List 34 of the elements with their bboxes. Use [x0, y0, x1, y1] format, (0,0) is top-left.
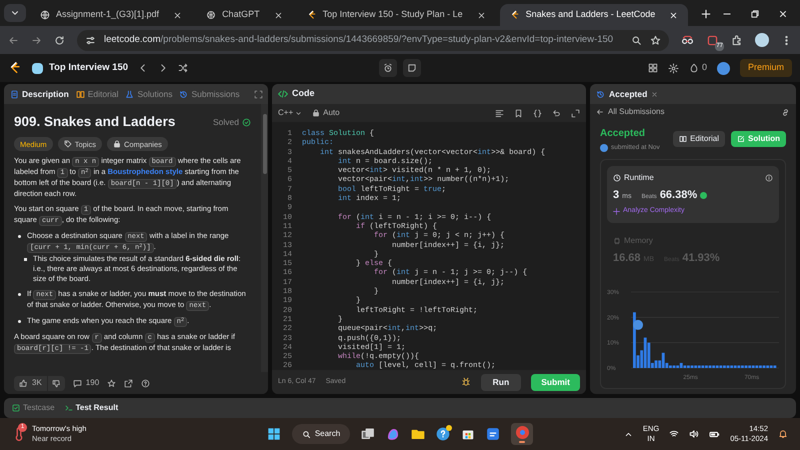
metric-value: 3	[613, 188, 620, 203]
browser-tab[interactable]: ChatGPT	[196, 4, 293, 26]
panel-tab[interactable]: Solutions	[125, 88, 172, 100]
address-bar[interactable]: leetcode.com/problems/snakes-and-ladders/submissions/1443669859/?envType=study-plan-v2&envId=top-interview-150	[77, 30, 669, 50]
browser-tab[interactable]: Assignment-1_(G3)[1].pdf	[30, 4, 192, 26]
mode-selector[interactable]: Auto	[312, 107, 340, 119]
editorial-button[interactable]: Editorial	[673, 131, 725, 148]
solved-label: Solved	[213, 116, 239, 128]
panel-tab[interactable]: Editorial	[76, 88, 118, 100]
status-label: Accepted	[600, 127, 646, 141]
metric-label: Memory	[624, 234, 653, 247]
like-button[interactable]: 3K	[14, 376, 47, 390]
panel-tab[interactable]: Test Result	[64, 402, 118, 414]
back-link[interactable]: All Submissions	[596, 106, 664, 118]
streak-count: 0	[702, 61, 707, 74]
panel-tab[interactable]: Accepted	[609, 88, 648, 100]
taskbar-search[interactable]: Search	[292, 424, 350, 444]
language-dropdown[interactable]: C++	[278, 107, 302, 119]
panel-tab[interactable]: Description	[10, 88, 69, 100]
beats-value: 66.38%	[660, 188, 698, 203]
problem-title: 909. Snakes and Ladders	[14, 113, 176, 131]
comments-button[interactable]: 190	[72, 377, 100, 389]
url-text: leetcode.com/problems/snakes-and-ladders/submissions/1443669859/?envType=study-plan-v2&envId=top-interview-150	[104, 32, 614, 47]
metric-value: 16.68	[613, 250, 641, 266]
plan-title[interactable]: Top Interview 150	[49, 60, 128, 76]
browser-tab[interactable]: Top Interview 150 - Study Plan - Le	[296, 4, 496, 26]
beats-value: 41.93%	[682, 250, 720, 266]
run-button[interactable]: Run	[480, 374, 522, 390]
metric-label: Runtime	[624, 172, 654, 184]
panel-tab[interactable]: Testcase	[12, 402, 55, 414]
panel-title: Code	[292, 87, 314, 100]
browser-tab[interactable]: Snakes and Ladders - LeetCode	[500, 4, 688, 26]
premium-button[interactable]: Premium	[740, 59, 792, 77]
panel-tab[interactable]: Submissions	[179, 88, 240, 100]
